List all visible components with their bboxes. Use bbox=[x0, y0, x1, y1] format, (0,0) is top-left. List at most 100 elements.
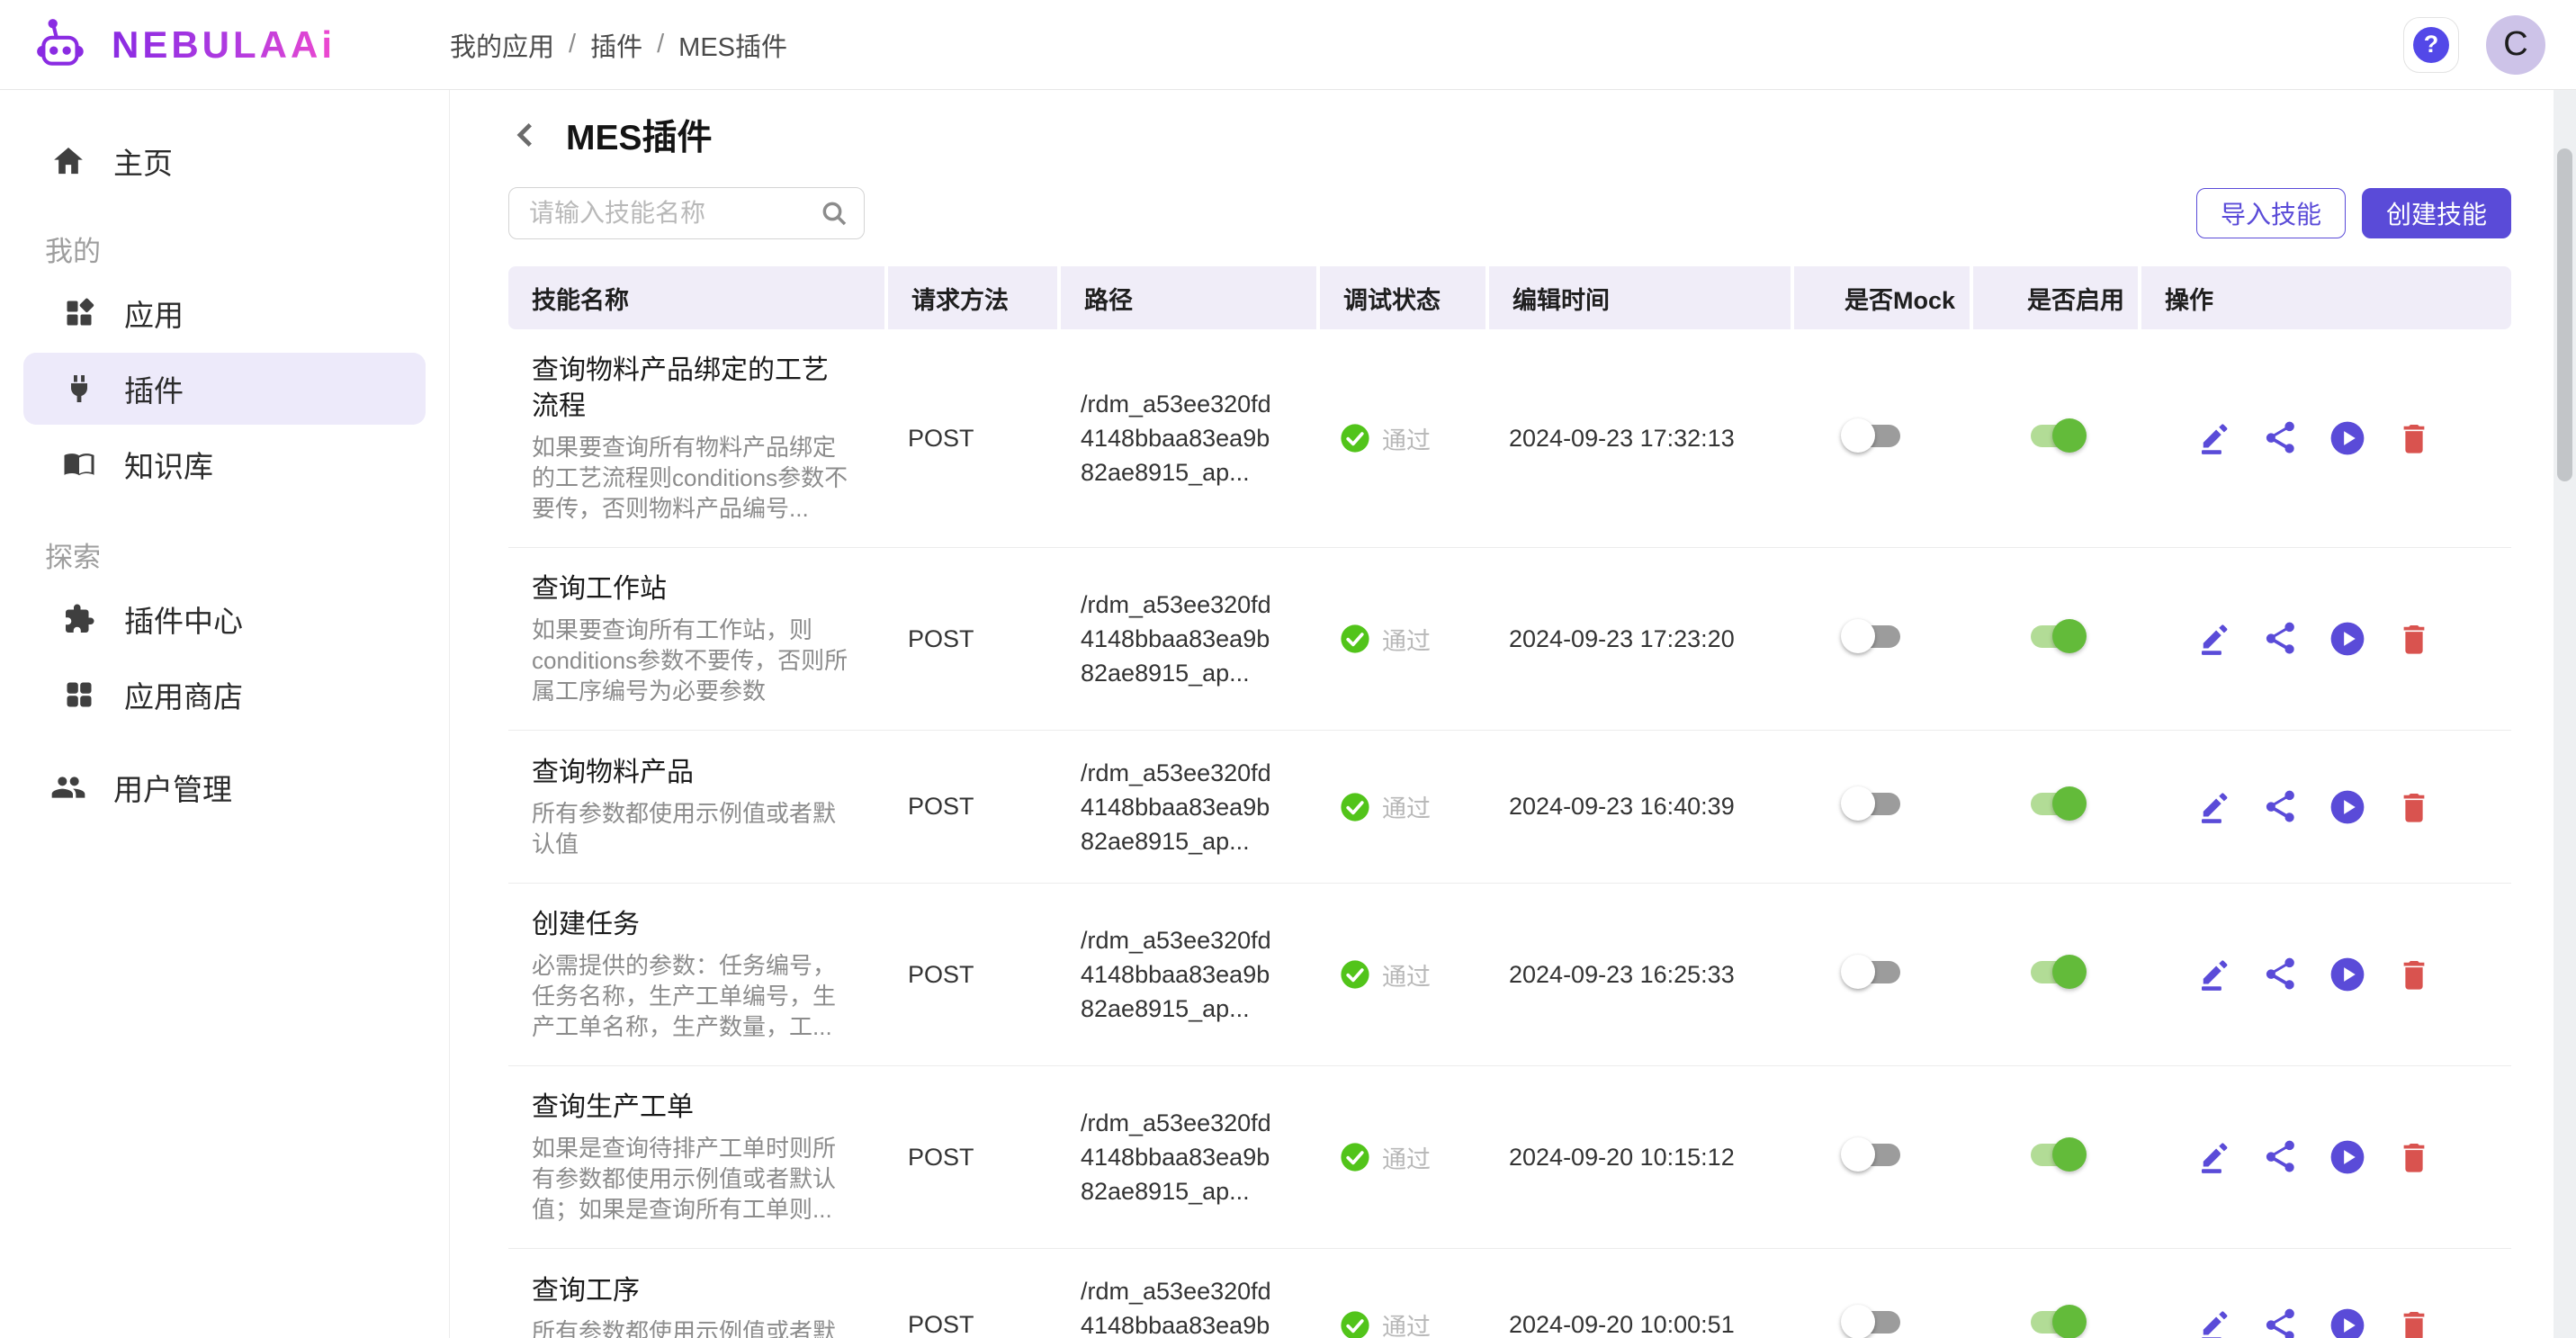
edit-icon[interactable] bbox=[2194, 954, 2235, 995]
edit-time-cell: 2024-09-23 17:32:13 bbox=[1485, 425, 1791, 453]
robot-icon bbox=[32, 15, 92, 75]
edit-time-cell: 2024-09-23 16:40:39 bbox=[1485, 793, 1791, 821]
sidebar-item-puzzle[interactable]: 插件中心 bbox=[23, 583, 426, 655]
enabled-toggle[interactable] bbox=[2024, 418, 2088, 453]
run-icon[interactable] bbox=[2327, 954, 2368, 995]
search-input[interactable] bbox=[508, 187, 865, 239]
share-icon[interactable] bbox=[2260, 954, 2302, 995]
edit-time-cell: 2024-09-23 17:23:20 bbox=[1485, 625, 1791, 653]
actions-cell bbox=[2138, 1305, 2511, 1338]
actions-cell bbox=[2138, 786, 2511, 828]
delete-icon[interactable] bbox=[2393, 1136, 2435, 1178]
share-icon[interactable] bbox=[2260, 618, 2302, 660]
share-icon[interactable] bbox=[2260, 786, 2302, 828]
scrollbar-track[interactable] bbox=[2554, 90, 2576, 1338]
content-shell: 主页我的应用插件知识库探索插件中心应用商店用户管理 MES插件 导入技能 创建技… bbox=[0, 90, 2576, 1338]
run-icon[interactable] bbox=[2327, 1136, 2368, 1178]
check-circle-icon bbox=[1340, 959, 1370, 990]
delete-icon[interactable] bbox=[2393, 418, 2435, 459]
edit-icon[interactable] bbox=[2194, 1136, 2235, 1178]
edit-icon[interactable] bbox=[2194, 786, 2235, 828]
path-cell: /rdm_a53ee320fd4148bbaa83ea9b82ae8915_ap… bbox=[1057, 1274, 1316, 1338]
share-icon[interactable] bbox=[2260, 418, 2302, 459]
debug-status-cell: 通过 bbox=[1316, 957, 1485, 992]
actions-cell bbox=[2138, 1136, 2511, 1178]
back-icon[interactable] bbox=[508, 117, 544, 153]
search-icon[interactable] bbox=[820, 199, 848, 228]
request-method: POST bbox=[908, 1144, 974, 1171]
check-circle-icon bbox=[1340, 423, 1370, 453]
brand-logo[interactable]: NEBULAAi bbox=[0, 15, 450, 75]
sidebar-item-book[interactable]: 知识库 bbox=[23, 428, 426, 500]
skill-description: 必需提供的参数：任务编号，任务名称，生产工单编号，生产工单名称，生产数量，工..… bbox=[532, 950, 848, 1042]
mock-toggle[interactable] bbox=[1841, 418, 1906, 453]
enabled-toggle[interactable] bbox=[2024, 786, 2088, 822]
path-cell: /rdm_a53ee320fd4148bbaa83ea9b82ae8915_ap… bbox=[1057, 923, 1316, 1026]
avatar[interactable]: C bbox=[2486, 15, 2545, 75]
apps-icon bbox=[63, 297, 95, 329]
debug-status-label: 通过 bbox=[1382, 421, 1431, 456]
sidebar-item-home[interactable]: 主页 bbox=[0, 128, 449, 194]
run-icon[interactable] bbox=[2327, 418, 2368, 459]
breadcrumb-item[interactable]: MES插件 bbox=[678, 26, 787, 64]
nav-label: 插件 bbox=[124, 367, 184, 410]
run-icon[interactable] bbox=[2327, 1305, 2368, 1338]
debug-status-cell: 通过 bbox=[1316, 622, 1485, 657]
share-icon[interactable] bbox=[2260, 1136, 2302, 1178]
skill-name: 创建任务 bbox=[532, 907, 838, 943]
enabled-cell bbox=[1970, 618, 2138, 660]
edit-time: 2024-09-23 17:32:13 bbox=[1509, 425, 1735, 452]
import-skill-button[interactable]: 导入技能 bbox=[2196, 188, 2346, 238]
users-icon bbox=[50, 769, 86, 805]
share-icon[interactable] bbox=[2260, 1305, 2302, 1338]
edit-icon[interactable] bbox=[2194, 1305, 2235, 1338]
skill-name-cell: 查询物料产品 所有参数都使用示例值或者默认值 bbox=[508, 755, 884, 859]
mock-toggle[interactable] bbox=[1841, 786, 1906, 822]
request-path: /rdm_a53ee320fd4148bbaa83ea9b82ae8915_ap… bbox=[1081, 387, 1273, 489]
run-icon[interactable] bbox=[2327, 618, 2368, 660]
enabled-toggle[interactable] bbox=[2024, 1304, 2088, 1338]
scrollbar-thumb[interactable] bbox=[2557, 148, 2572, 481]
sidebar-item-apps[interactable]: 应用 bbox=[23, 277, 426, 349]
mock-toggle[interactable] bbox=[1841, 1136, 1906, 1172]
check-circle-icon bbox=[1340, 1142, 1370, 1172]
sidebar-item-plug[interactable]: 插件 bbox=[23, 353, 426, 425]
edit-time: 2024-09-20 10:15:12 bbox=[1509, 1144, 1735, 1171]
mock-toggle[interactable] bbox=[1841, 954, 1906, 990]
nav-label: 应用商店 bbox=[124, 673, 243, 716]
skill-description: 如果是查询待排产工单时则所有参数都使用示例值或者默认值；如果是查询所有工单则..… bbox=[532, 1133, 848, 1225]
delete-icon[interactable] bbox=[2393, 618, 2435, 660]
skill-name: 查询工作站 bbox=[532, 571, 838, 607]
mock-toggle[interactable] bbox=[1841, 1304, 1906, 1338]
edit-icon[interactable] bbox=[2194, 618, 2235, 660]
enabled-toggle[interactable] bbox=[2024, 954, 2088, 990]
create-skill-button[interactable]: 创建技能 bbox=[2362, 188, 2511, 238]
breadcrumb-separator: / bbox=[657, 30, 664, 59]
delete-icon[interactable] bbox=[2393, 954, 2435, 995]
actions-cell bbox=[2138, 418, 2511, 459]
mock-toggle[interactable] bbox=[1841, 618, 1906, 654]
mock-cell bbox=[1791, 786, 1970, 828]
edit-icon[interactable] bbox=[2194, 418, 2235, 459]
enabled-toggle[interactable] bbox=[2024, 1136, 2088, 1172]
debug-status-label: 通过 bbox=[1382, 1307, 1431, 1338]
debug-status-cell: 通过 bbox=[1316, 1140, 1485, 1175]
breadcrumb-item[interactable]: 我的应用 bbox=[450, 26, 554, 64]
check-circle-icon bbox=[1340, 792, 1370, 822]
breadcrumb-item[interactable]: 插件 bbox=[590, 26, 642, 64]
run-icon[interactable] bbox=[2327, 786, 2368, 828]
skill-name-cell: 查询物料产品绑定的工艺流程 如果要查询所有物料产品绑定的工艺流程则conditi… bbox=[508, 353, 884, 524]
enabled-toggle[interactable] bbox=[2024, 618, 2088, 654]
column-header: 路径 bbox=[1057, 266, 1316, 329]
help-button[interactable]: ? bbox=[2403, 17, 2459, 73]
table-row: 查询工序 所有参数都使用示例值或者默认值 POST /rdm_a53ee320f… bbox=[508, 1249, 2511, 1338]
brand-wordmark: NEBULAAi bbox=[112, 23, 336, 67]
skill-description: 如果要查询所有物料产品绑定的工艺流程则conditions参数不要传，否则物料产… bbox=[532, 432, 848, 524]
sidebar-item-users[interactable]: 用户管理 bbox=[0, 754, 449, 821]
table-row: 查询生产工单 如果是查询待排产工单时则所有参数都使用示例值或者默认值；如果是查询… bbox=[508, 1066, 2511, 1249]
store-icon bbox=[63, 678, 95, 711]
column-header: 编辑时间 bbox=[1485, 266, 1791, 329]
delete-icon[interactable] bbox=[2393, 786, 2435, 828]
delete-icon[interactable] bbox=[2393, 1305, 2435, 1338]
sidebar-item-store[interactable]: 应用商店 bbox=[23, 659, 426, 731]
